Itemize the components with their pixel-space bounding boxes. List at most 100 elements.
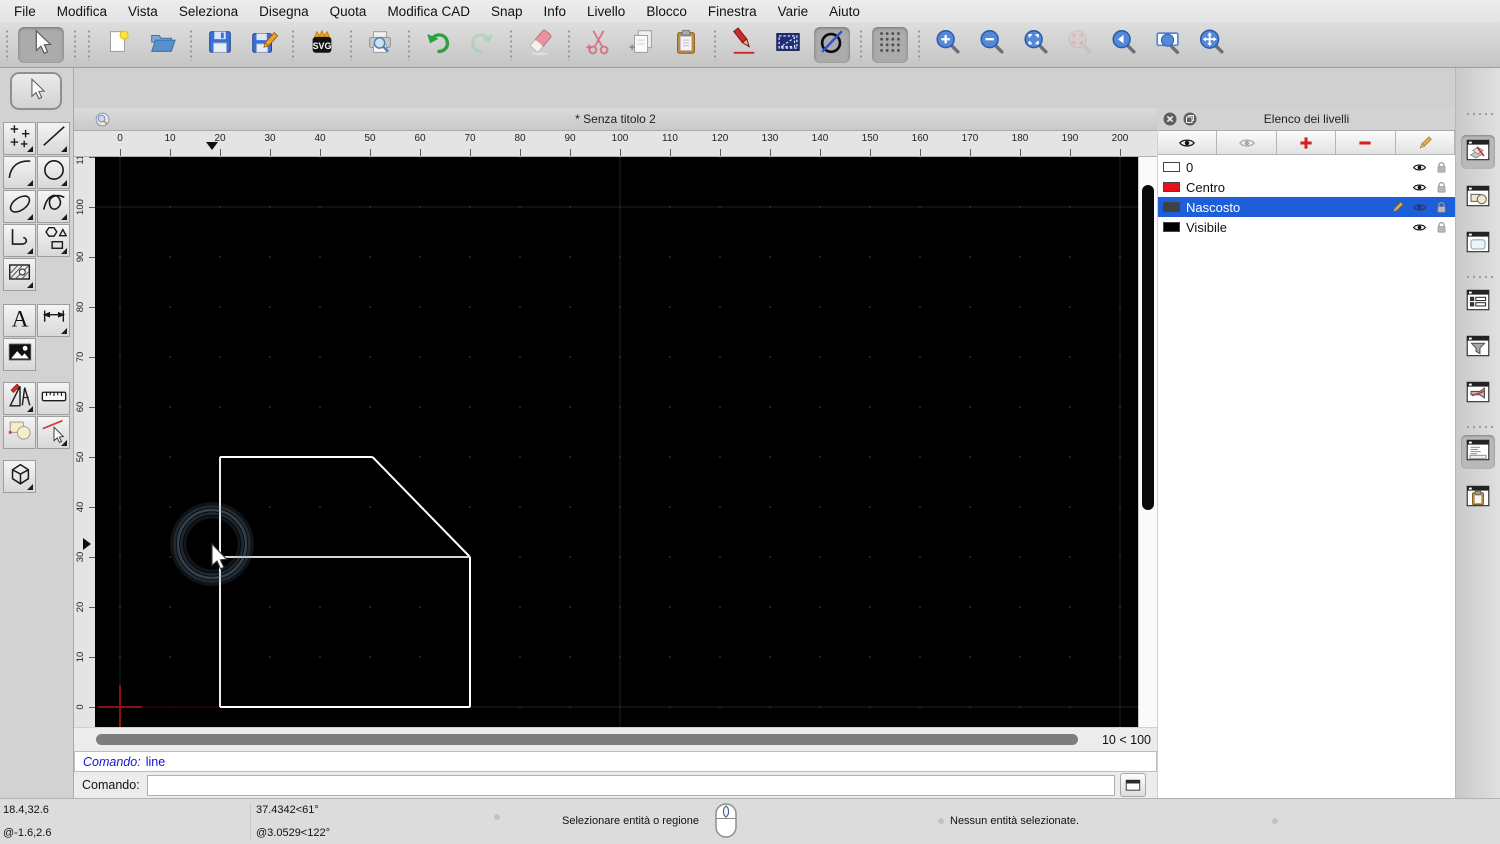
layer-lock-icon[interactable] — [1433, 200, 1450, 215]
entity-list-dock-toggle[interactable] — [1461, 285, 1495, 319]
edit-pencil-icon[interactable] — [1389, 200, 1406, 215]
layer-row-centro[interactable]: Centro — [1158, 177, 1455, 197]
zoom-pan-button[interactable] — [1194, 27, 1230, 63]
strip-handle[interactable] — [1465, 112, 1493, 116]
arc-tool-icon — [6, 156, 34, 189]
zoom-selected-button[interactable] — [1062, 27, 1098, 63]
menu-item-finestra[interactable]: Finestra — [708, 4, 757, 19]
library-dock-toggle[interactable] — [1461, 227, 1495, 261]
menu-item-vista[interactable]: Vista — [128, 4, 158, 19]
image-tool[interactable] — [3, 338, 36, 371]
vertical-scrollbar[interactable] — [1138, 157, 1157, 727]
layer-lock-icon[interactable] — [1433, 160, 1450, 175]
library-dock-icon — [1464, 228, 1492, 261]
toolbar-separator — [859, 28, 863, 61]
info-tool[interactable] — [3, 416, 36, 449]
paste-button[interactable] — [668, 27, 704, 63]
points-tool[interactable] — [3, 122, 36, 155]
command-dock-icon — [1464, 436, 1492, 469]
show-all-layers-button[interactable] — [1158, 131, 1218, 155]
menu-item-snap[interactable]: Snap — [491, 4, 523, 19]
text-tool[interactable]: A — [3, 304, 36, 337]
spline-tool[interactable] — [37, 190, 70, 223]
menu-item-modifica-cad[interactable]: Modifica CAD — [387, 4, 470, 19]
copy-button[interactable] — [624, 27, 660, 63]
menu-item-varie[interactable]: Varie — [778, 4, 809, 19]
layer-lock-icon[interactable] — [1433, 220, 1450, 235]
solid-tool[interactable] — [3, 460, 36, 493]
vertical-scrollbar-thumb[interactable] — [1142, 185, 1154, 510]
menu-item-file[interactable]: File — [14, 4, 36, 19]
horizontal-scrollbar[interactable]: 10 < 100 — [74, 727, 1157, 751]
deselect-all-icon — [817, 27, 847, 62]
filter-dock-toggle[interactable] — [1461, 331, 1495, 365]
zoom-selected-icon — [1065, 27, 1095, 62]
layer-row-0[interactable]: 0 — [1158, 157, 1455, 177]
layer-visibility-eye-icon[interactable] — [1411, 200, 1428, 215]
hatch-tool[interactable] — [3, 258, 36, 291]
command-input[interactable] — [146, 774, 1115, 796]
select-entity-tool[interactable] — [37, 416, 70, 449]
layer-row-nascosto[interactable]: Nascosto — [1158, 197, 1455, 217]
zoom-previous-icon — [1109, 27, 1139, 62]
menu-item-aiuto[interactable]: Aiuto — [829, 4, 860, 19]
circle-tool[interactable] — [37, 156, 70, 189]
drawing-canvas[interactable] — [95, 157, 1138, 727]
command-window-button[interactable] — [1119, 773, 1146, 797]
polygon-tool[interactable] — [37, 224, 70, 257]
hide-all-layers-button[interactable] — [1217, 131, 1277, 155]
menu-item-modifica[interactable]: Modifica — [57, 4, 107, 19]
menu-item-quota[interactable]: Quota — [330, 4, 367, 19]
blocks-dock-toggle[interactable] — [1461, 181, 1495, 215]
image-tool-icon — [6, 338, 34, 371]
clipboard-dock-toggle[interactable] — [1461, 481, 1495, 515]
edit-layer-button[interactable] — [1395, 131, 1456, 155]
new-document-button[interactable] — [100, 27, 136, 63]
zoom-auto-button[interactable] — [1018, 27, 1054, 63]
export-svg-button[interactable]: SVG — [304, 27, 340, 63]
add-layer-button[interactable] — [1276, 131, 1337, 155]
zoom-previous-button[interactable] — [1106, 27, 1142, 63]
zoom-out-button[interactable] — [974, 27, 1010, 63]
layer-lock-icon[interactable] — [1433, 180, 1450, 195]
cut-button[interactable] — [580, 27, 616, 63]
print-preview-button[interactable] — [362, 27, 398, 63]
modify-tool[interactable] — [3, 382, 36, 415]
save-as-button[interactable] — [246, 27, 282, 63]
save-button[interactable] — [202, 27, 238, 63]
menu-item-disegna[interactable]: Disegna — [259, 4, 309, 19]
ellipse-tool[interactable] — [3, 190, 36, 223]
dimension-tool[interactable] — [37, 304, 70, 337]
pen-edit-button[interactable] — [726, 27, 762, 63]
menu-item-info[interactable]: Info — [544, 4, 567, 19]
open-file-button[interactable] — [144, 27, 180, 63]
zoom-window-button[interactable] — [1150, 27, 1186, 63]
drawing-window-titlebar[interactable]: * Senza titolo 2 — [74, 108, 1157, 131]
undo-button[interactable] — [420, 27, 456, 63]
polyline-tool[interactable] — [3, 224, 36, 257]
command-dock-toggle[interactable] — [1461, 435, 1495, 469]
line-tool[interactable] — [37, 122, 70, 155]
menu-item-livello[interactable]: Livello — [587, 4, 625, 19]
menu-item-seleziona[interactable]: Seleziona — [179, 4, 238, 19]
layer-visibility-eye-icon[interactable] — [1411, 220, 1428, 235]
layer-row-visibile[interactable]: Visibile — [1158, 217, 1455, 237]
plugins-dock-toggle[interactable] — [1461, 377, 1495, 411]
horizontal-scrollbar-thumb[interactable] — [96, 734, 1078, 745]
select-window-button[interactable] — [770, 27, 806, 63]
remove-layer-button[interactable] — [1336, 131, 1396, 155]
layers-dock-toggle[interactable] — [1461, 135, 1495, 169]
layer-visibility-eye-icon[interactable] — [1411, 180, 1428, 195]
selection-tool-button[interactable] — [10, 72, 62, 110]
delete-button[interactable] — [522, 27, 558, 63]
arc-tool[interactable] — [3, 156, 36, 189]
menu-item-blocco[interactable]: Blocco — [646, 4, 687, 19]
redo-button[interactable] — [464, 27, 500, 63]
zoom-in-button[interactable] — [930, 27, 966, 63]
layer-visibility-eye-icon[interactable] — [1411, 160, 1428, 175]
h-ruler-tick — [920, 149, 921, 156]
measure-tool[interactable] — [37, 382, 70, 415]
deselect-all-button[interactable] — [814, 26, 850, 63]
select-tool-button[interactable] — [18, 26, 64, 63]
grid-toggle-button[interactable] — [872, 26, 908, 63]
